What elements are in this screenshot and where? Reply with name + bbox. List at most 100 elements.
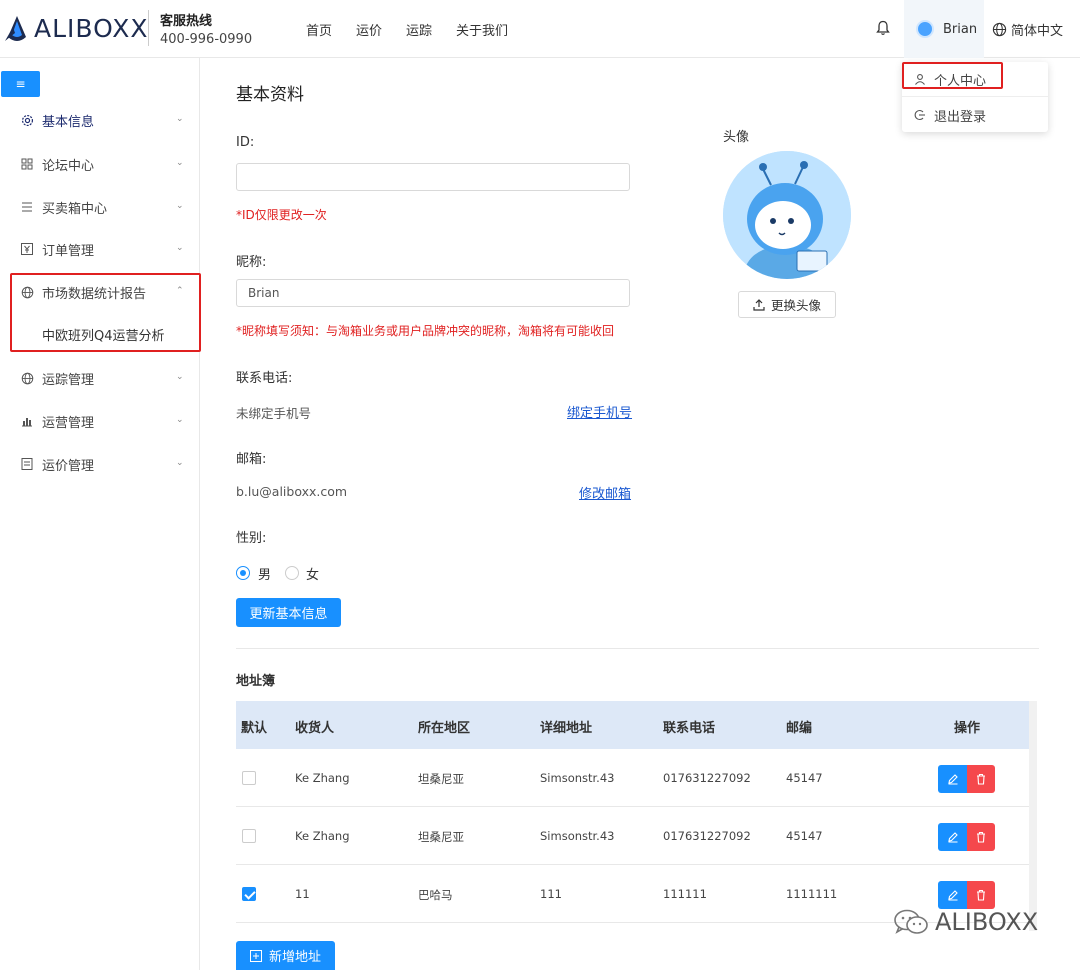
plus-square-icon	[249, 949, 262, 962]
gender-female-radio[interactable]	[285, 566, 299, 580]
header-divider	[148, 10, 149, 46]
update-info-button[interactable]: 更新基本信息	[236, 598, 341, 627]
gear-icon	[20, 113, 34, 127]
gender-female-label: 女	[306, 568, 320, 583]
sidebar-item-orders[interactable]: 订单管理 ⌄	[0, 229, 200, 269]
sidebar-collapse-button[interactable]: ≡	[1, 71, 40, 97]
list-icon	[20, 200, 34, 214]
cell-region: 坦桑尼亚	[418, 772, 464, 786]
nav-tracking[interactable]: 运踪	[406, 20, 432, 39]
watermark-text: ALIBOXX	[935, 908, 1039, 936]
chevron-down-icon: ⌄	[176, 458, 184, 468]
hotline-number: 400-996-0990	[160, 32, 253, 47]
hotline: 客服热线 400-996-0990	[160, 10, 252, 47]
bell-icon[interactable]	[876, 20, 890, 36]
language-switcher[interactable]: 简体中文	[992, 20, 1063, 39]
id-hint: *ID仅限更改一次	[236, 208, 327, 222]
col-actions: 操作	[954, 721, 981, 736]
cell-address: 111	[540, 887, 562, 901]
highlight-box-sidebar	[10, 273, 201, 352]
sidebar-item-forum[interactable]: 论坛中心 ⌄	[0, 144, 200, 184]
dropdown-logout-label: 退出登录	[934, 109, 987, 125]
main-nav: 首页 运价 运踪 关于我们	[306, 20, 532, 39]
phone-value: 未绑定手机号	[236, 406, 312, 421]
upload-icon	[753, 298, 765, 311]
hotline-label: 客服热线	[160, 14, 213, 29]
wechat-icon	[894, 909, 928, 934]
col-address: 详细地址	[540, 721, 593, 736]
delete-button[interactable]	[967, 765, 995, 793]
cell-phone: 017631227092	[663, 829, 751, 843]
logo-drop-icon	[5, 15, 26, 41]
dropdown-divider	[902, 96, 1048, 97]
col-default: 默认	[241, 721, 268, 736]
nickname-label: 昵称:	[236, 255, 267, 270]
address-table-header: 默认 收货人 所在地区 详细地址 联系电话 邮编 操作	[236, 701, 1029, 749]
user-menu[interactable]: Brian	[904, 0, 984, 58]
sidebar: ≡ 基本信息 ⌄ 论坛中心 ⌄ 买卖箱中心 ⌄ 订单管理 ⌄ 市场数据统计报告 …	[0, 58, 201, 970]
edit-button[interactable]	[938, 823, 967, 851]
doc-icon	[20, 457, 34, 471]
nav-freight[interactable]: 运价	[356, 20, 382, 39]
table-row: Ke Zhang 坦桑尼亚 Simsonstr.43 017631227092 …	[236, 807, 1029, 865]
cell-region: 坦桑尼亚	[418, 830, 464, 844]
sidebar-item-operations[interactable]: 运营管理 ⌄	[0, 401, 200, 441]
chart-icon	[20, 414, 34, 428]
cell-address: Simsonstr.43	[540, 829, 615, 843]
sidebar-item-label: 运踪管理	[42, 372, 95, 388]
nickname-hint: *昵称填写须知：与淘箱业务或用户品牌冲突的昵称，淘箱将有可能收回	[236, 324, 615, 338]
id-input[interactable]	[236, 163, 630, 191]
sidebar-item-tracking[interactable]: 运踪管理 ⌄	[0, 358, 200, 398]
cell-phone: 111111	[663, 887, 707, 901]
delete-button[interactable]	[967, 881, 995, 909]
default-checkbox[interactable]	[242, 887, 256, 901]
edit-button[interactable]	[938, 881, 967, 909]
add-address-button[interactable]: 新增地址	[236, 941, 335, 970]
nav-home[interactable]: 首页	[306, 20, 332, 39]
col-region: 所在地区	[418, 721, 471, 736]
change-avatar-button[interactable]: 更换头像	[738, 291, 836, 318]
page-title: 基本资料	[236, 85, 304, 105]
table-row: Ke Zhang 坦桑尼亚 Simsonstr.43 017631227092 …	[236, 749, 1029, 807]
section-divider	[236, 648, 1039, 649]
bind-phone-link[interactable]: 绑定手机号	[567, 402, 632, 421]
trash-icon	[977, 773, 985, 785]
cell-receiver: Ke Zhang	[295, 829, 350, 843]
chevron-down-icon: ⌄	[176, 114, 184, 124]
default-checkbox[interactable]	[242, 829, 256, 843]
table-scrollbar[interactable]	[1029, 701, 1037, 931]
cell-zip: 45147	[786, 771, 823, 785]
address-book-title: 地址簿	[236, 674, 276, 689]
nickname-input[interactable]: Brian	[236, 279, 630, 307]
top-header: ALIBOXX 客服热线 400-996-0990 首页 运价 运踪 关于我们 …	[0, 0, 1080, 58]
sidebar-item-basic-info[interactable]: 基本信息 ⌄	[0, 100, 200, 140]
add-address-label: 新增地址	[268, 950, 321, 965]
sidebar-item-label: 订单管理	[42, 243, 95, 259]
trash-icon	[977, 831, 985, 843]
sidebar-item-label: 买卖箱中心	[42, 201, 108, 217]
sidebar-item-container-trade[interactable]: 买卖箱中心 ⌄	[0, 187, 200, 227]
gender-male-label: 男	[258, 568, 272, 583]
phone-label: 联系电话:	[236, 371, 293, 386]
change-avatar-label: 更换头像	[770, 298, 821, 313]
highlight-box-dropdown	[902, 62, 1003, 89]
user-name: Brian	[943, 21, 978, 37]
sidebar-item-pricing[interactable]: 运价管理 ⌄	[0, 444, 200, 484]
globe-icon	[992, 22, 1007, 37]
cell-zip: 1111111	[786, 887, 838, 901]
edit-button[interactable]	[938, 765, 967, 793]
logo[interactable]: ALIBOXX	[4, 14, 148, 43]
dropdown-logout[interactable]: 退出登录	[902, 98, 1048, 132]
col-phone: 联系电话	[663, 721, 716, 736]
sidebar-item-label: 基本信息	[42, 114, 95, 130]
gender-male-radio[interactable]	[236, 566, 250, 580]
pencil-icon	[947, 890, 958, 901]
pencil-icon	[947, 774, 958, 785]
default-checkbox[interactable]	[242, 771, 256, 785]
watermark: ALIBOXX	[893, 908, 1038, 936]
change-email-link[interactable]: 修改邮箱	[579, 483, 631, 502]
email-value: b.lu@aliboxx.com	[236, 484, 348, 499]
delete-button[interactable]	[967, 823, 995, 851]
nav-about[interactable]: 关于我们	[456, 20, 508, 39]
col-zip: 邮编	[786, 721, 813, 736]
